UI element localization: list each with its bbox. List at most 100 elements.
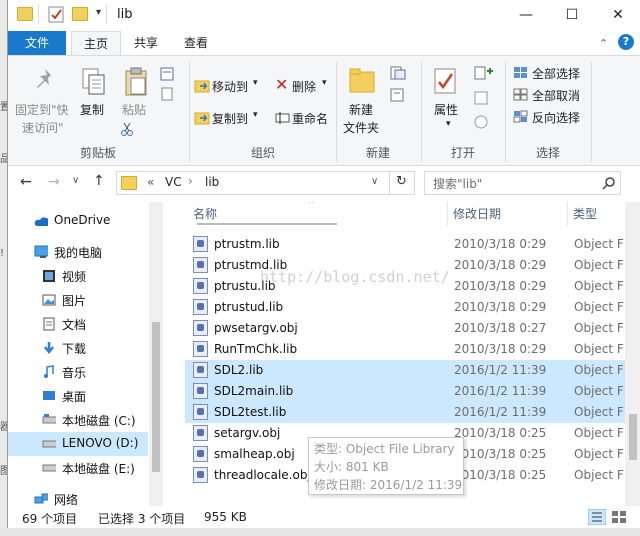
file-row[interactable]: ptrustud.lib 2010/3/18 0:29 Object F [185, 297, 625, 318]
copy-button[interactable]: 复制 [80, 101, 104, 118]
nav-item-drive-c[interactable]: 本地磁盘 (C:) [8, 408, 148, 432]
nav-item-documents[interactable]: 文档 [8, 312, 148, 336]
paste-icon [125, 67, 147, 96]
collapse-ribbon-icon[interactable]: ⌃ [599, 37, 608, 50]
library-file-icon [193, 320, 208, 336]
close-button[interactable]: ✕ [595, 0, 640, 31]
recent-locations-icon[interactable]: ∨ [72, 175, 79, 186]
file-row[interactable]: SDL2main.lib 2016/1/2 11:39 Object F [185, 381, 625, 402]
invert-selection-button[interactable]: 反向选择 [532, 109, 580, 126]
file-type: Object F [574, 342, 624, 356]
move-to-dropdown-icon[interactable]: ▾ [253, 78, 258, 88]
nav-item-drive-e[interactable]: 本地磁盘 (E:) [8, 456, 148, 480]
file-row[interactable]: RunTmChk.lib 2010/3/18 0:29 Object F [185, 339, 625, 360]
select-none-button[interactable]: 全部取消 [532, 87, 580, 104]
move-to-button[interactable]: 移动到 [212, 78, 248, 95]
file-row[interactable]: SDL2.lib 2016/1/2 11:39 Object F [185, 360, 625, 381]
nav-item-pictures[interactable]: 图片 [8, 288, 148, 312]
easy-access-icon[interactable] [389, 87, 411, 103]
properties-check-icon[interactable] [48, 6, 65, 23]
group-separator [189, 62, 190, 162]
up-icon[interactable]: ↑ [93, 173, 105, 189]
rename-button[interactable]: 重命名 [292, 110, 328, 127]
large-icons-view-icon[interactable] [610, 509, 628, 525]
invert-selection-icon [513, 110, 528, 123]
nav-label: 我的电脑 [54, 246, 103, 260]
properties-dropdown-icon[interactable]: ▾ [446, 119, 451, 129]
properties-button[interactable]: 属性 [434, 101, 458, 118]
search-icon[interactable] [602, 176, 616, 190]
maximize-button[interactable]: ☐ [549, 0, 595, 31]
tab-file[interactable]: 文件 [8, 31, 66, 55]
minimize-button[interactable]: — [503, 0, 549, 31]
copy-to-button[interactable]: 复制到 [212, 110, 248, 127]
file-tooltip: 类型: Object File Library 大小: 801 KB 修改日期:… [308, 437, 464, 495]
new-folder-line1[interactable]: 新建 [349, 101, 373, 118]
address-dropdown-icon[interactable]: ∨ [371, 176, 378, 187]
new-item-icon[interactable] [389, 65, 411, 81]
copy-path-icon[interactable] [160, 87, 174, 101]
back-icon[interactable]: ← [20, 174, 32, 190]
forward-icon[interactable]: → [48, 174, 60, 190]
search-input[interactable]: 搜索"lib" [433, 175, 482, 192]
pin-quick-access-line1[interactable]: 固定到"快 [15, 101, 69, 118]
new-folder-line2[interactable]: 文件夹 [343, 119, 379, 136]
nav-item-desktop[interactable]: 桌面 [8, 384, 148, 408]
new-folder-quick-icon[interactable] [72, 7, 88, 21]
nav-scrollbar-thumb[interactable] [152, 322, 160, 472]
nav-item-this-pc[interactable]: 我的电脑 [8, 240, 148, 264]
nav-item-downloads[interactable]: 下载 [8, 336, 148, 360]
file-date: 2016/1/2 11:39 [454, 363, 547, 377]
library-file-icon [193, 425, 208, 441]
refresh-icon[interactable]: ↻ [396, 174, 407, 189]
library-file-icon [193, 299, 208, 315]
nav-item-onedrive[interactable]: OneDrive [8, 209, 148, 233]
nav-scrollbar[interactable] [149, 202, 163, 506]
details-view-icon[interactable] [588, 509, 606, 525]
tab-view[interactable]: 查看 [173, 31, 219, 55]
file-list-scrollbar-thumb[interactable] [629, 414, 637, 460]
file-name: threadlocale.obj [214, 468, 311, 482]
nav-label: 下载 [62, 342, 87, 356]
paste-button[interactable]: 粘贴 [122, 101, 146, 118]
pin-quick-access-line2[interactable]: 速访问" [22, 119, 64, 136]
breadcrumb-vc[interactable]: VC [165, 175, 182, 189]
tooltip-type: 类型: Object File Library [314, 442, 455, 456]
ribbon: 固定到"快 速访问" 复制 粘贴 剪贴板 移动到 ▾ 复制到 ▾ ✕ 删除 ▾ … [8, 55, 640, 166]
copy-to-dropdown-icon[interactable]: ▾ [253, 110, 258, 120]
file-row[interactable]: ptrustm.lib 2010/3/18 0:29 Object F [185, 234, 625, 255]
nav-item-videos[interactable]: 视频 [8, 264, 148, 288]
history-icon[interactable] [473, 114, 491, 130]
nav-item-drive-d[interactable]: LENOVO (D:) [8, 432, 148, 456]
breadcrumb-overflow[interactable]: « [147, 175, 154, 189]
file-row[interactable]: pwsetargv.obj 2010/3/18 0:27 Object F [185, 318, 625, 339]
customize-quick-access-icon[interactable]: ▾ [96, 7, 101, 18]
breadcrumb-lib[interactable]: lib [205, 175, 219, 189]
tab-home[interactable]: 主页 [71, 31, 121, 55]
nav-item-music[interactable]: 音乐 [8, 360, 148, 384]
select-all-button[interactable]: 全部选择 [532, 65, 580, 82]
file-row[interactable]: SDL2test.lib 2016/1/2 11:39 Object F [185, 402, 625, 423]
cut-path-icon[interactable] [160, 67, 174, 81]
open-icon[interactable] [473, 65, 497, 81]
delete-dropdown-icon[interactable]: ▾ [322, 78, 327, 88]
cloud-icon [34, 217, 48, 226]
desktop-icon [43, 391, 55, 400]
help-icon[interactable]: ? [618, 34, 634, 50]
address-bar[interactable]: « VC › lib ∨ ↻ [116, 171, 415, 195]
drive-icon [42, 464, 56, 472]
pin-icon [37, 69, 51, 88]
file-name: setargv.obj [214, 426, 281, 440]
library-file-icon [193, 257, 208, 273]
delete-button[interactable]: 删除 [292, 78, 316, 95]
selection-count: 已选择 3 个项目 [98, 512, 186, 526]
clipped-text [197, 223, 337, 225]
edit-icon[interactable] [473, 90, 491, 106]
scissors-icon[interactable] [120, 122, 134, 136]
library-file-icon [193, 404, 208, 420]
file-name: RunTmChk.lib [214, 342, 298, 356]
file-list-scrollbar[interactable] [625, 202, 640, 506]
tab-share[interactable]: 共享 [123, 31, 169, 55]
search-box[interactable]: 搜索"lib" [424, 171, 621, 195]
library-file-icon [193, 383, 208, 399]
